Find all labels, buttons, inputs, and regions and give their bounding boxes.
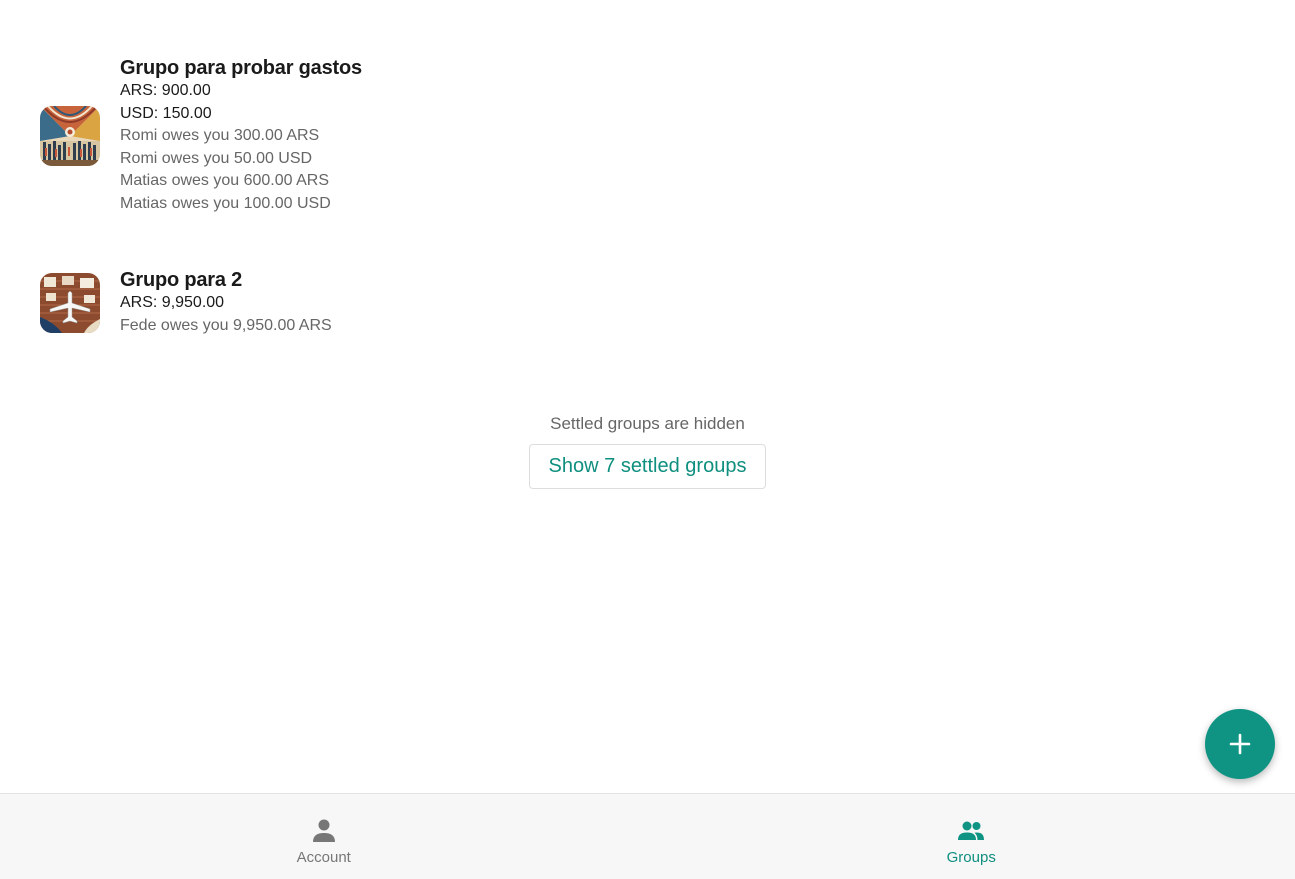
group-name: Grupo para 2 [120, 269, 243, 291]
nav-tab-label: Groups [946, 849, 996, 866]
groups-page: Grupo para probar gastos ARS: 900.00 USD… [0, 0, 1295, 879]
debt-line: Fede owes you 9,950.00 ARS [120, 316, 332, 334]
group-list-item[interactable]: Grupo para 2 ARS: 9,950.00 Fede owes you… [40, 268, 332, 337]
group-list-item[interactable]: Grupo para probar gastos ARS: 900.00 USD… [40, 56, 362, 215]
settled-groups-note: Settled groups are hidden [550, 414, 745, 433]
nav-tab-groups[interactable]: Groups [648, 794, 1295, 879]
group-info: Grupo para probar gastos ARS: 900.00 USD… [120, 56, 362, 215]
group-avatar [40, 272, 100, 333]
debt-line: Romi owes you 50.00 USD [120, 149, 313, 167]
plus-icon [1229, 733, 1251, 755]
people-icon [958, 821, 985, 840]
bottom-navigation: Account Groups [0, 793, 1295, 879]
group-name: Grupo para probar gastos [120, 57, 362, 79]
debt-line: Matias owes you 600.00 ARS [120, 172, 330, 189]
group-info: Grupo para 2 ARS: 9,950.00 Fede owes you… [120, 268, 332, 337]
abstract-painting-image [40, 105, 100, 166]
show-settled-groups-button[interactable]: Show 7 settled groups [528, 444, 767, 489]
group-avatar [40, 105, 100, 166]
debt-line: Matias owes you 100.00 USD [120, 194, 331, 212]
add-group-button[interactable] [1205, 709, 1275, 779]
group-balance-ars: ARS: 9,950.00 [120, 294, 225, 311]
person-icon [312, 819, 335, 842]
settled-groups-section: Settled groups are hidden Show 7 settled… [0, 412, 1295, 489]
group-balance-ars: ARS: 900.00 [120, 82, 211, 99]
airplane-map-image [40, 272, 100, 333]
debt-line: Romi owes you 300.00 ARS [120, 127, 320, 144]
group-balance-usd: USD: 150.00 [120, 104, 212, 122]
nav-tab-label: Account [296, 849, 351, 866]
nav-tab-account[interactable]: Account [0, 794, 648, 879]
